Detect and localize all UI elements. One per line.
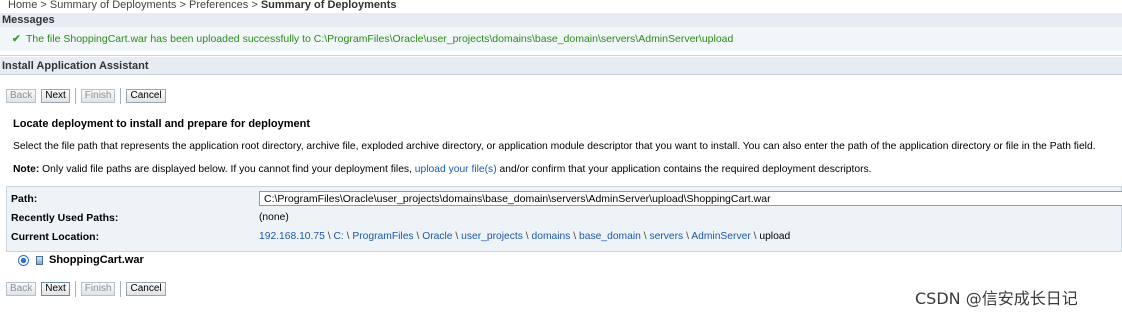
recent-paths-value: (none) — [259, 212, 289, 223]
note-text-after: and/or confirm that your application con… — [496, 164, 872, 175]
cancel-button[interactable]: Cancel — [126, 89, 166, 103]
breadcrumb-summary[interactable]: Summary of Deployments > — [50, 0, 186, 11]
success-message-text: The file ShoppingCart.war has been uploa… — [26, 33, 734, 45]
note-text: Note: Only valid file paths are displaye… — [13, 164, 872, 175]
cancel-button[interactable]: Cancel — [126, 282, 166, 296]
finish-button[interactable]: Finish — [80, 89, 116, 103]
location-link[interactable]: ProgramFiles — [352, 231, 413, 242]
file-option-label: ShoppingCart.war — [49, 254, 144, 266]
note-label: Note: — [13, 164, 40, 175]
location-current: upload — [759, 231, 791, 242]
success-message: ✔ The file ShoppingCart.war has been uplo… — [0, 27, 1122, 51]
path-label: Path: — [11, 193, 38, 205]
next-button[interactable]: Next — [41, 89, 70, 103]
location-link[interactable]: user_projects — [461, 231, 523, 242]
location-link[interactable]: Oracle — [422, 231, 452, 242]
divider — [0, 55, 1122, 56]
recent-paths-label: Recently Used Paths: — [11, 212, 119, 224]
upload-files-link[interactable]: upload your file(s) — [415, 164, 497, 175]
breadcrumb: Home > Summary of Deployments > Preferen… — [8, 0, 397, 12]
messages-header: Messages — [0, 13, 1122, 27]
description-text: Select the file path that represents the… — [13, 141, 1096, 152]
current-location-path: 192.168.10.75 \ C: \ ProgramFiles \ Orac… — [259, 231, 791, 242]
top-button-bar: Back Next Finish Cancel — [6, 88, 171, 104]
current-location-row: Current Location: 192.168.10.75 \ C: \ P… — [7, 228, 1121, 246]
radio-selected-icon[interactable] — [18, 254, 29, 266]
path-input[interactable] — [259, 191, 1122, 206]
next-button[interactable]: Next — [41, 282, 70, 296]
breadcrumb-current: Summary of Deployments — [260, 0, 397, 11]
back-button[interactable]: Back — [6, 282, 37, 296]
finish-button[interactable]: Finish — [80, 282, 116, 296]
breadcrumb-home[interactable]: Home > — [8, 0, 47, 11]
button-divider — [74, 88, 76, 104]
note-text-before: Only valid file paths are displayed belo… — [39, 164, 415, 175]
current-location-label: Current Location: — [11, 231, 100, 243]
path-form: Path: Recently Used Paths: (none) Curren… — [6, 186, 1122, 252]
breadcrumb-preferences[interactable]: Preferences > — [189, 0, 258, 11]
location-link[interactable]: domains — [532, 231, 571, 242]
watermark: CSDN @信安成长日记 — [915, 289, 1078, 308]
location-link[interactable]: AdminServer — [691, 231, 751, 242]
location-link[interactable]: 192.168.10.75 — [259, 231, 325, 242]
location-link[interactable]: C: — [333, 231, 343, 242]
bottom-button-bar: Back Next Finish Cancel — [6, 281, 171, 297]
location-link[interactable]: base_domain — [579, 231, 641, 242]
section-title: Locate deployment to install and prepare… — [13, 118, 311, 130]
checkmark-icon: ✔ — [12, 33, 21, 45]
back-button[interactable]: Back — [6, 89, 37, 103]
button-divider — [74, 281, 76, 297]
file-option[interactable]: ShoppingCart.war — [18, 253, 144, 267]
button-divider — [120, 88, 122, 104]
recent-paths-row: Recently Used Paths: (none) — [7, 209, 1121, 227]
assistant-title: Install Application Assistant — [0, 57, 1122, 75]
button-divider — [120, 281, 122, 297]
file-icon — [36, 255, 43, 265]
location-link[interactable]: servers — [649, 231, 683, 242]
